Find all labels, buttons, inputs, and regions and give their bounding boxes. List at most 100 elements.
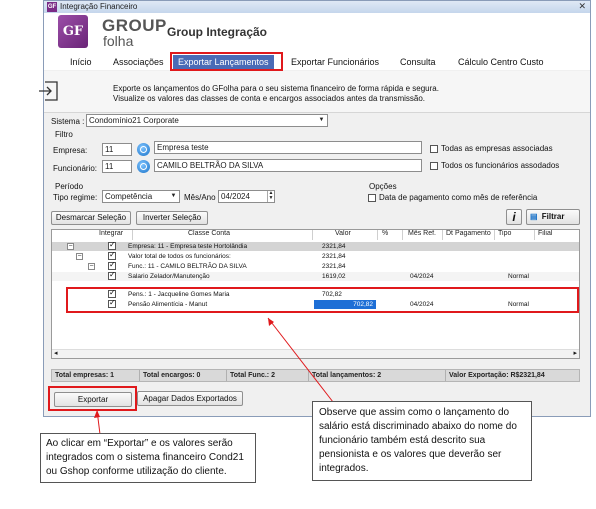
menu-associacoes[interactable]: Associações — [113, 57, 164, 67]
chevron-down-icon: ▼ — [170, 193, 177, 199]
integrar-checkbox[interactable] — [108, 240, 116, 250]
app-icon: GF — [47, 2, 57, 12]
inverter-selecao-button[interactable]: Inverter Seleção — [136, 211, 208, 225]
table-row[interactable]: Salario Zelador/Manutenção 1619,02 04/20… — [52, 270, 579, 281]
sistema-label: Sistema : — [51, 117, 85, 126]
tipo-regime-value: Competência — [105, 192, 153, 201]
funcionario-search-icon[interactable] — [137, 160, 150, 173]
classe-cell: Empresa: 11 - Empresa teste Hortolândia — [128, 243, 248, 250]
empresa-code-input[interactable]: 11 — [102, 143, 132, 156]
callout-pensao: Observe que assim como o lançamento do s… — [312, 401, 532, 481]
filtrar-button[interactable]: ▤ Filtrar — [526, 209, 580, 225]
export-icon — [39, 81, 58, 101]
table-row[interactable]: Pensão Alimentícia - Manut 702,82 04/202… — [52, 298, 579, 309]
mes-ref-cell: 04/2024 — [410, 301, 434, 308]
sistema-value: Condomínio21 Corporate — [89, 116, 179, 125]
collapse-icon[interactable]: − — [67, 243, 74, 250]
funcionario-name-input[interactable]: CAMILO BELTRÃO DA SILVA — [154, 159, 422, 172]
info-line-2: Visualize os valores das classes de cont… — [113, 94, 426, 103]
status-bar: Total empresas: 1 Total encargos: 0 Tota… — [51, 369, 580, 382]
info-line-1: Exporte os lançamentos do GFolha para o … — [113, 84, 439, 93]
opcoes-title: Opções — [369, 182, 397, 191]
mes-ano-value: 04/2024 — [221, 192, 250, 201]
funcionario-code-input[interactable]: 11 — [102, 160, 132, 173]
integrar-checkbox[interactable] — [108, 298, 116, 308]
col-classe-conta[interactable]: Classe Conta — [188, 230, 230, 240]
mes-ano-label: Mês/Ano — [184, 193, 216, 202]
col-valor[interactable]: Valor — [335, 230, 351, 240]
app-title: Group Integração — [167, 25, 268, 39]
total-empresas: Total empresas: 1 — [52, 370, 140, 381]
col-filial[interactable]: Filial — [538, 230, 552, 240]
col-tipo[interactable]: Tipo — [498, 230, 511, 240]
sistema-select[interactable]: Condomínio21 Corporate ▼ — [86, 114, 328, 127]
valor-cell-selected[interactable]: 702,82 — [314, 300, 376, 309]
classe-cell: Func.: 11 - CAMILO BELTRÃO DA SILVA — [128, 263, 247, 270]
total-func: Total Func.: 2 — [227, 370, 309, 381]
menu-consulta[interactable]: Consulta — [400, 57, 436, 67]
empresa-label: Empresa: — [53, 146, 88, 155]
integrar-checkbox[interactable] — [108, 288, 116, 298]
close-icon[interactable]: ✕ — [578, 1, 586, 12]
lancamentos-grid: Integrar Classe Conta Valor % Mês Ref. D… — [51, 229, 580, 359]
valor-cell: 2321,84 — [322, 253, 346, 260]
col-percent[interactable]: % — [382, 230, 388, 240]
total-encargos: Total encargos: 0 — [140, 370, 227, 381]
apagar-dados-button[interactable]: Apagar Dados Exportados — [137, 391, 243, 406]
valor-cell: 1619,02 — [322, 273, 346, 280]
menu-exportar-funcionarios[interactable]: Exportar Funcionários — [291, 57, 379, 67]
window-title: Integração Financeiro — [60, 2, 138, 11]
info-icon[interactable]: i — [506, 209, 522, 225]
classe-cell: Valor total de todos os funcionários: — [128, 253, 231, 260]
classe-cell: Pensão Alimentícia - Manut — [128, 301, 208, 308]
valor-cell: 2321,84 — [322, 263, 346, 270]
table-row[interactable]: − Empresa: 11 - Empresa teste Hortolândi… — [52, 240, 579, 251]
chevron-down-icon: ▼ — [318, 117, 325, 123]
callout-exportar: Ao clicar em “Exportar” e os valores ser… — [40, 433, 256, 483]
collapse-icon[interactable]: − — [76, 253, 83, 260]
exportar-button[interactable]: Exportar — [54, 392, 132, 407]
col-integrar[interactable]: Integrar — [99, 230, 123, 240]
col-mes-ref[interactable]: Mês Ref. — [408, 230, 436, 240]
filter-icon: ▤ — [530, 212, 538, 221]
todos-funcionarios-label: Todos os funcionários assodados — [441, 161, 560, 170]
mes-ano-input[interactable]: 04/2024 ▲ ▼ — [218, 190, 275, 203]
logo-icon: GF — [58, 15, 88, 48]
todos-funcionarios-checkbox[interactable] — [430, 162, 438, 170]
horizontal-scrollbar[interactable]: ◂ ▸ — [52, 349, 579, 358]
todas-empresas-checkbox[interactable] — [430, 145, 438, 153]
table-row[interactable]: − Func.: 11 - CAMILO BELTRÃO DA SILVA 23… — [52, 260, 579, 271]
valor-cell: 702,82 — [322, 291, 342, 298]
menu-exportar-lancamentos[interactable]: Exportar Lançamentos — [173, 55, 274, 69]
empresa-search-icon[interactable] — [137, 143, 150, 156]
table-row[interactable]: − Valor total de todos os funcionários: … — [52, 250, 579, 261]
menu-calculo-centro-custo[interactable]: Cálculo Centro Custo — [458, 57, 544, 67]
integrar-checkbox[interactable] — [108, 260, 116, 270]
collapse-icon[interactable]: − — [88, 263, 95, 270]
tipo-cell: Normal — [508, 301, 529, 308]
classe-cell: Salario Zelador/Manutenção — [128, 273, 210, 280]
filtro-title: Filtro — [55, 130, 73, 139]
mes-ref-cell: 04/2024 — [410, 273, 434, 280]
menu-inicio[interactable]: Início — [70, 57, 92, 67]
title-bar: GF Integração Financeiro ✕ — [44, 1, 590, 13]
tipo-cell: Normal — [508, 273, 529, 280]
spin-arrows-icon[interactable]: ▲ ▼ — [267, 191, 274, 202]
integrar-checkbox[interactable] — [108, 270, 116, 280]
funcionario-label: Funcionário: — [53, 164, 98, 173]
classe-cell: Pens.: 1 - Jacqueline Gomes Maria — [128, 291, 230, 298]
desmarcar-selecao-button[interactable]: Desmarcar Seleção — [51, 211, 131, 225]
valor-exportacao: Valor Exportação: R$2321,84 — [449, 372, 545, 379]
data-pagamento-label: Data de pagamento como mês de referência — [379, 193, 538, 202]
brand-folha: folha — [103, 33, 134, 49]
integrar-checkbox[interactable] — [108, 250, 116, 260]
col-dt-pagamento[interactable]: Dt Pagamento — [446, 230, 491, 240]
data-pagamento-checkbox[interactable] — [368, 194, 376, 202]
filtrar-label: Filtrar — [541, 212, 565, 221]
tipo-regime-select[interactable]: Competência ▼ — [102, 190, 180, 203]
table-row[interactable]: Pens.: 1 - Jacqueline Gomes Maria 702,82 — [52, 288, 579, 299]
tipo-regime-label: Tipo regime: — [53, 193, 98, 202]
todas-empresas-label: Todas as empresas associadas — [441, 144, 553, 153]
empresa-name-input[interactable]: Empresa teste — [154, 141, 422, 154]
periodo-title: Período — [55, 182, 84, 191]
